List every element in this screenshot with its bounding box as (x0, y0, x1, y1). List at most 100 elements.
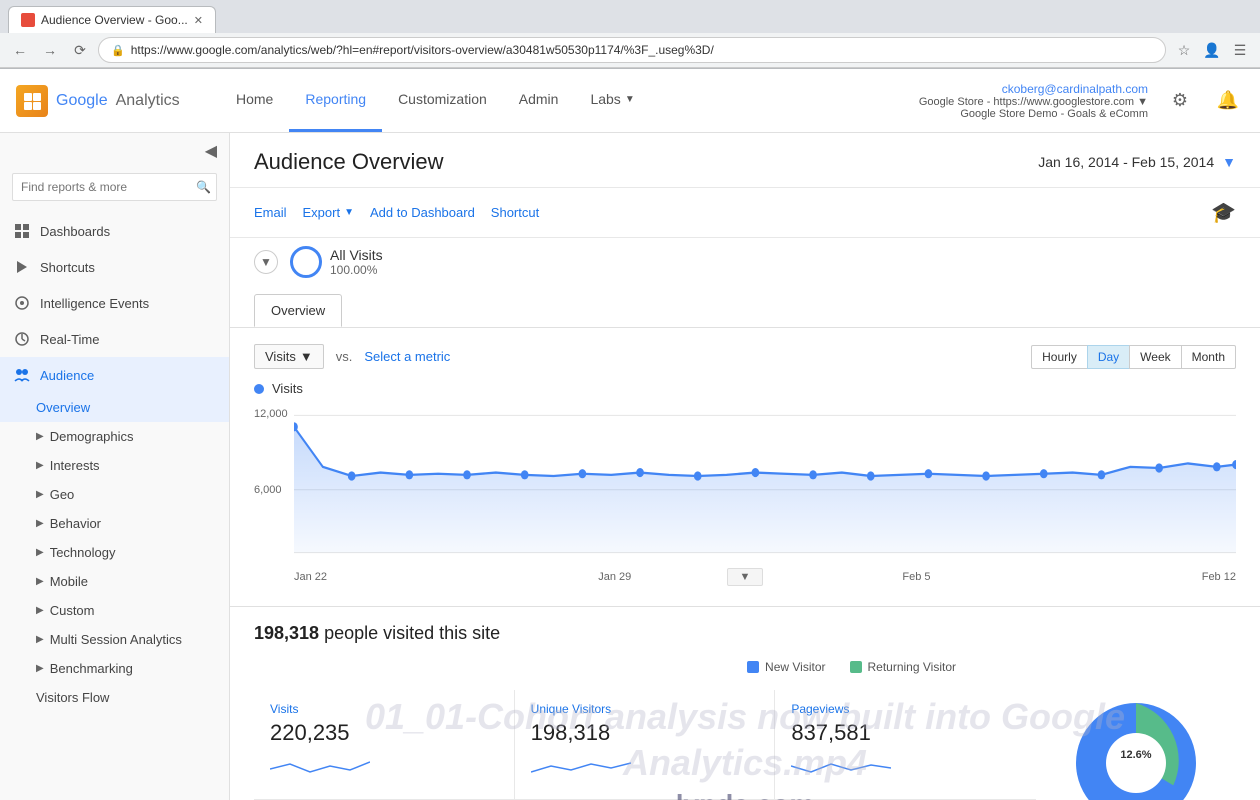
sidebar-collapse-button[interactable]: ◀ (201, 137, 221, 165)
sidebar-shortcuts-label: Shortcuts (40, 260, 95, 275)
day-button[interactable]: Day (1087, 345, 1130, 369)
analytics-text: Analytics (116, 92, 180, 110)
sub-benchmarking-label: Benchmarking (50, 661, 133, 676)
sidebar-item-realtime[interactable]: Real-Time (0, 321, 229, 357)
shortcut-button[interactable]: Shortcut (491, 201, 539, 224)
pie-chart-svg: 12.6% (1056, 683, 1216, 800)
sidebar-item-shortcuts[interactable]: Shortcuts (0, 249, 229, 285)
new-visitor-color (747, 661, 759, 673)
back-button[interactable]: ← (8, 38, 32, 62)
user-avatar-icon[interactable]: 👤 (1200, 38, 1224, 62)
sidebar-sub-demographics[interactable]: ▶ Demographics (0, 422, 229, 451)
search-input[interactable] (12, 173, 217, 201)
intelligence-icon (12, 293, 32, 313)
geo-arrow-icon: ▶ (36, 489, 44, 500)
segment-row: ▼ All Visits 100.00% (230, 238, 1260, 286)
visits-legend-dot (254, 384, 264, 394)
account-area: ckoberg@cardinalpath.com Google Store - … (919, 82, 1244, 120)
email-button[interactable]: Email (254, 201, 287, 224)
sidebar-sub-behavior[interactable]: ▶ Behavior (0, 509, 229, 538)
sidebar-sub-overview[interactable]: Overview (0, 393, 229, 422)
sidebar-realtime-label: Real-Time (40, 332, 99, 347)
bookmark-icon[interactable]: ☆ (1172, 38, 1196, 62)
add-to-dashboard-button[interactable]: Add to Dashboard (370, 201, 475, 224)
google-text: Google (56, 92, 108, 110)
behavior-arrow-icon: ▶ (36, 518, 44, 529)
nav-labs[interactable]: Labs ▼ (574, 69, 650, 132)
export-dropdown-arrow: ▼ (344, 207, 354, 218)
segment-label: All Visits (330, 247, 383, 263)
nav-customization[interactable]: Customization (382, 69, 503, 132)
logo-area: Google Analytics (16, 85, 196, 117)
segment-toggle-button[interactable]: ▼ (254, 250, 278, 274)
account-email[interactable]: ckoberg@cardinalpath.com (919, 82, 1148, 96)
page-header: Audience Overview Jan 16, 2014 - Feb 15,… (230, 133, 1260, 188)
nav-home[interactable]: Home (220, 69, 289, 132)
menu-icon[interactable]: ☰ (1228, 38, 1252, 62)
vs-text: vs. (336, 349, 353, 364)
unique-visitors-sparkline (531, 754, 631, 784)
sidebar-item-dashboards[interactable]: Dashboards (0, 213, 229, 249)
chart-controls: Visits ▼ vs. Select a metric Hourly Day … (254, 344, 1236, 369)
unique-visitors-label[interactable]: Unique Visitors (531, 702, 759, 716)
stats-grid: Visits 220,235 Unique Visitors 198,318 (254, 690, 1036, 800)
sidebar-item-intelligence[interactable]: Intelligence Events (0, 285, 229, 321)
sub-custom-label: Custom (50, 603, 95, 618)
pageviews-sparkline (791, 754, 891, 784)
sub-interests-label: Interests (50, 458, 100, 473)
stats-wrapper: 01_01-Cohort analysis now built into Goo… (230, 607, 1260, 800)
y-axis-high: 12,000 (254, 408, 288, 420)
top-navigation: Google Analytics Home Reporting Customiz… (0, 69, 1260, 133)
sidebar-item-audience[interactable]: Audience (0, 357, 229, 393)
sidebar-sub-mobile[interactable]: ▶ Mobile (0, 567, 229, 596)
tab-overview[interactable]: Overview (254, 294, 342, 327)
sidebar-sub-multi-session[interactable]: ▶ Multi Session Analytics (0, 625, 229, 654)
technology-arrow-icon: ▶ (36, 547, 44, 558)
sidebar-sub-technology[interactable]: ▶ Technology (0, 538, 229, 567)
pageviews-label[interactable]: Pageviews (791, 702, 1020, 716)
sidebar-dashboards-label: Dashboards (40, 224, 110, 239)
store-dropdown-arrow[interactable]: ▼ (1137, 96, 1148, 108)
nav-admin[interactable]: Admin (503, 69, 575, 132)
realtime-icon (12, 329, 32, 349)
address-bar[interactable]: 🔒 https://www.google.com/analytics/web/?… (98, 37, 1166, 63)
new-visitor-label: New Visitor (765, 660, 825, 674)
sidebar-sub-benchmarking[interactable]: ▶ Benchmarking (0, 654, 229, 683)
stat-unique-visitors: Unique Visitors 198,318 (515, 690, 776, 800)
tab-close-icon[interactable]: ✕ (194, 14, 203, 27)
sidebar-sub-visitors-flow[interactable]: Visitors Flow (0, 683, 229, 712)
pie-chart-area: 12.6% (1036, 623, 1236, 800)
stat-visits: Visits 220,235 (254, 690, 515, 800)
chart-container: 12,000 6,000 (254, 404, 1236, 564)
sidebar-sub-custom[interactable]: ▶ Custom (0, 596, 229, 625)
tab-title: Audience Overview - Goo... (41, 13, 188, 27)
month-button[interactable]: Month (1181, 345, 1236, 369)
hourly-button[interactable]: Hourly (1031, 345, 1088, 369)
pageviews-value: 837,581 (791, 720, 1020, 746)
sidebar-sub-geo[interactable]: ▶ Geo (0, 480, 229, 509)
chart-area: Visits ▼ vs. Select a metric Hourly Day … (230, 328, 1260, 607)
nav-reporting[interactable]: Reporting (289, 69, 382, 132)
export-button[interactable]: Export ▼ (303, 201, 354, 224)
date-range-arrow-button[interactable]: ▼ (1222, 154, 1236, 170)
ga-logo-icon (16, 85, 48, 117)
unique-visitors-value: 198,318 (531, 720, 759, 746)
browser-tab[interactable]: Audience Overview - Goo... ✕ (8, 6, 216, 33)
visitor-headline: 198,318 people visited this site (254, 623, 1036, 644)
metric-dropdown[interactable]: Visits ▼ (254, 344, 324, 369)
settings-icon-button[interactable]: ⚙ (1164, 85, 1196, 117)
week-button[interactable]: Week (1129, 345, 1181, 369)
select-metric-button[interactable]: Select a metric (364, 349, 450, 364)
sub-overview-label: Overview (36, 400, 90, 415)
sidebar-sub-interests[interactable]: ▶ Interests (0, 451, 229, 480)
main-navigation: Home Reporting Customization Admin Labs … (220, 69, 651, 132)
dashboards-icon (12, 221, 32, 241)
mobile-arrow-icon: ▶ (36, 576, 44, 587)
reload-button[interactable]: ⟳ (68, 38, 92, 62)
visits-label[interactable]: Visits (270, 702, 498, 716)
sub-mobile-label: Mobile (50, 574, 88, 589)
metric-dropdown-arrow: ▼ (300, 349, 313, 364)
help-icon[interactable]: 🎓 (1211, 200, 1236, 225)
notifications-icon-button[interactable]: 🔔 (1212, 85, 1244, 117)
forward-button[interactable]: → (38, 38, 62, 62)
